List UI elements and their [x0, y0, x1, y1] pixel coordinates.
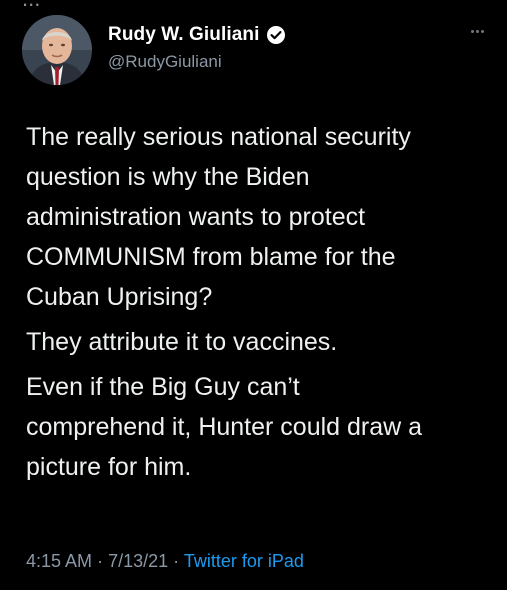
verified-badge-icon: [266, 25, 286, 45]
handle[interactable]: @RudyGiuliani: [108, 52, 286, 72]
tweet-paragraph: The really serious national security que…: [26, 123, 411, 311]
avatar-portrait-image: [22, 15, 92, 85]
tweet-date[interactable]: 7/13/21: [108, 551, 168, 571]
tweet-text: The really serious national security que…: [26, 117, 496, 492]
meta-separator: ·: [173, 551, 180, 571]
author-info: Rudy W. Giuliani @RudyGiuliani: [108, 22, 286, 72]
more-options-icon[interactable]: [471, 30, 484, 33]
tweet-paragraph: They attribute it to vaccines.: [26, 328, 338, 356]
tweet-time[interactable]: 4:15 AM: [26, 551, 92, 571]
tweet-source-link[interactable]: Twitter for iPad: [184, 551, 304, 571]
tweet-paragraph: Even if the Big Guy can’t comprehend it,…: [26, 373, 423, 481]
tweet: Rudy W. Giuliani @RudyGiuliani The reall…: [0, 0, 507, 590]
tweet-meta: 4:15 AM · 7/13/21 · Twitter for iPad: [26, 551, 304, 572]
avatar[interactable]: [22, 15, 92, 85]
display-name[interactable]: Rudy W. Giuliani: [108, 24, 260, 46]
meta-separator: ·: [97, 551, 104, 571]
display-name-row: Rudy W. Giuliani: [108, 22, 286, 48]
